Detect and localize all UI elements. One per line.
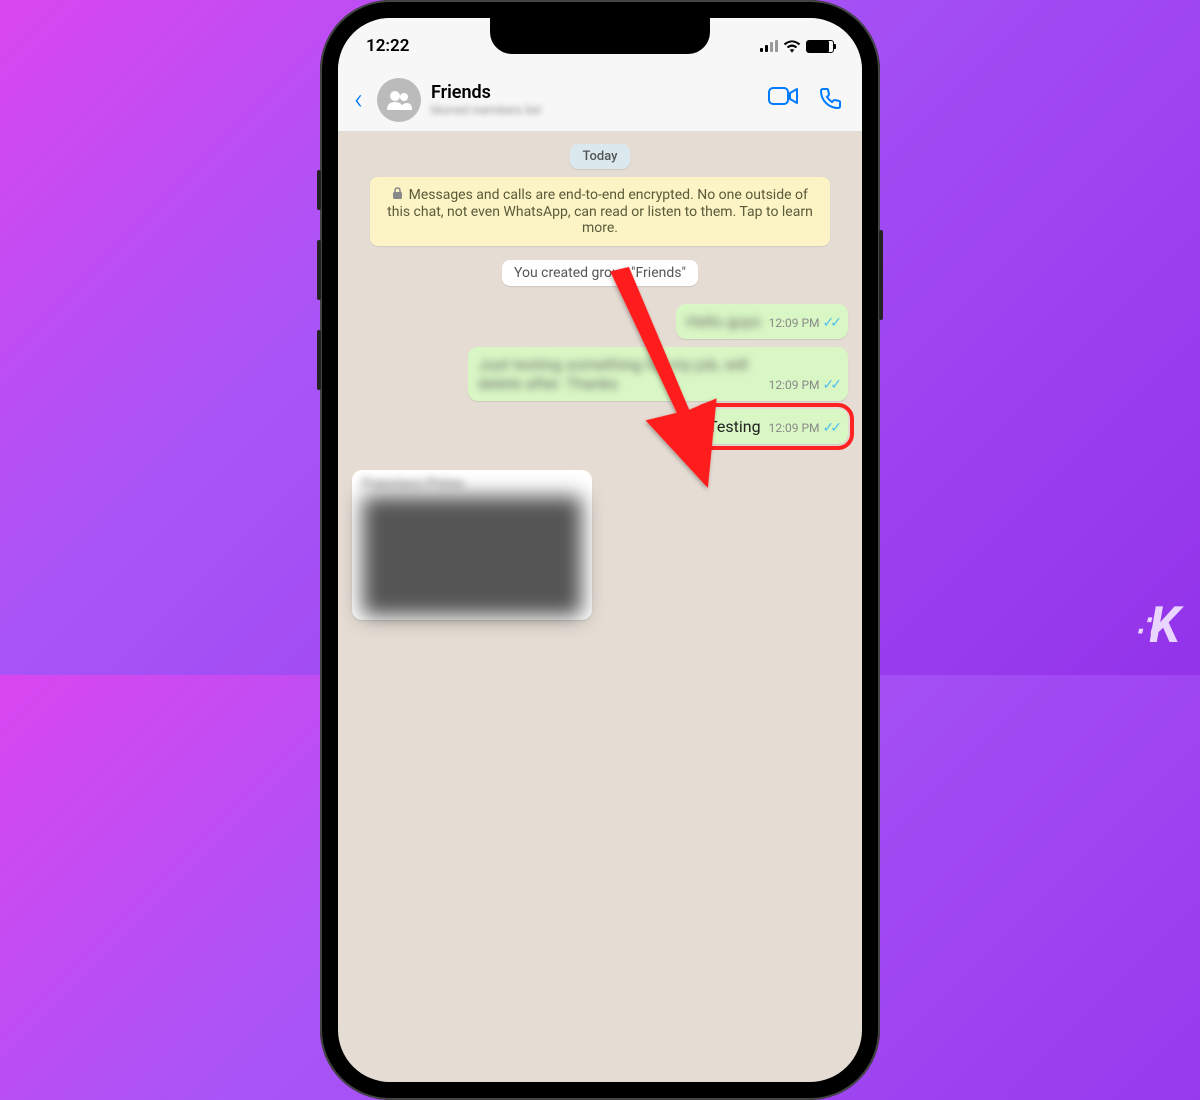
read-receipt-icon: ✓✓: [823, 377, 838, 393]
chat-body[interactable]: Today Messages and calls are end-to-end …: [338, 132, 862, 632]
status-icons: [760, 39, 834, 53]
phone-notch: [490, 18, 710, 54]
chat-header: ‹ Friends blurred members list: [338, 68, 862, 132]
chat-subtitle: blurred members list: [431, 103, 758, 117]
watermark-letter: K: [1149, 597, 1180, 655]
battery-icon: [806, 40, 834, 53]
chat-title: Friends: [431, 82, 758, 104]
voice-call-button[interactable]: [818, 86, 842, 114]
group-icon: [385, 90, 413, 110]
chat-title-area[interactable]: Friends blurred members list: [431, 82, 758, 118]
sender-name: Francisco Primo: [362, 476, 582, 492]
phone-screen: 12:22 ‹ Friends blurred members list: [338, 18, 862, 1082]
message-meta: 12:09 PM ✓✓: [769, 420, 838, 436]
phone-frame: 12:22 ‹ Friends blurred members list: [320, 0, 880, 1100]
incoming-message[interactable]: Francisco Primo: [352, 470, 592, 620]
incoming-image: [362, 496, 582, 616]
lock-icon: [392, 187, 403, 204]
message-time: 12:09 PM: [769, 421, 820, 435]
status-time: 12:22: [366, 36, 409, 56]
encryption-notice[interactable]: Messages and calls are end-to-end encryp…: [370, 177, 830, 246]
cellular-icon: [760, 40, 778, 52]
wifi-icon: [783, 39, 801, 53]
back-button[interactable]: ‹: [350, 82, 367, 117]
encryption-text: Messages and calls are end-to-end encryp…: [387, 187, 813, 236]
video-call-button[interactable]: [768, 86, 798, 114]
date-separator: Today: [570, 144, 629, 169]
group-avatar[interactable]: [377, 78, 421, 122]
read-receipt-icon: ✓✓: [823, 420, 838, 436]
watermark: ∴ K: [1136, 597, 1180, 655]
read-receipt-icon: ✓✓: [823, 315, 838, 331]
